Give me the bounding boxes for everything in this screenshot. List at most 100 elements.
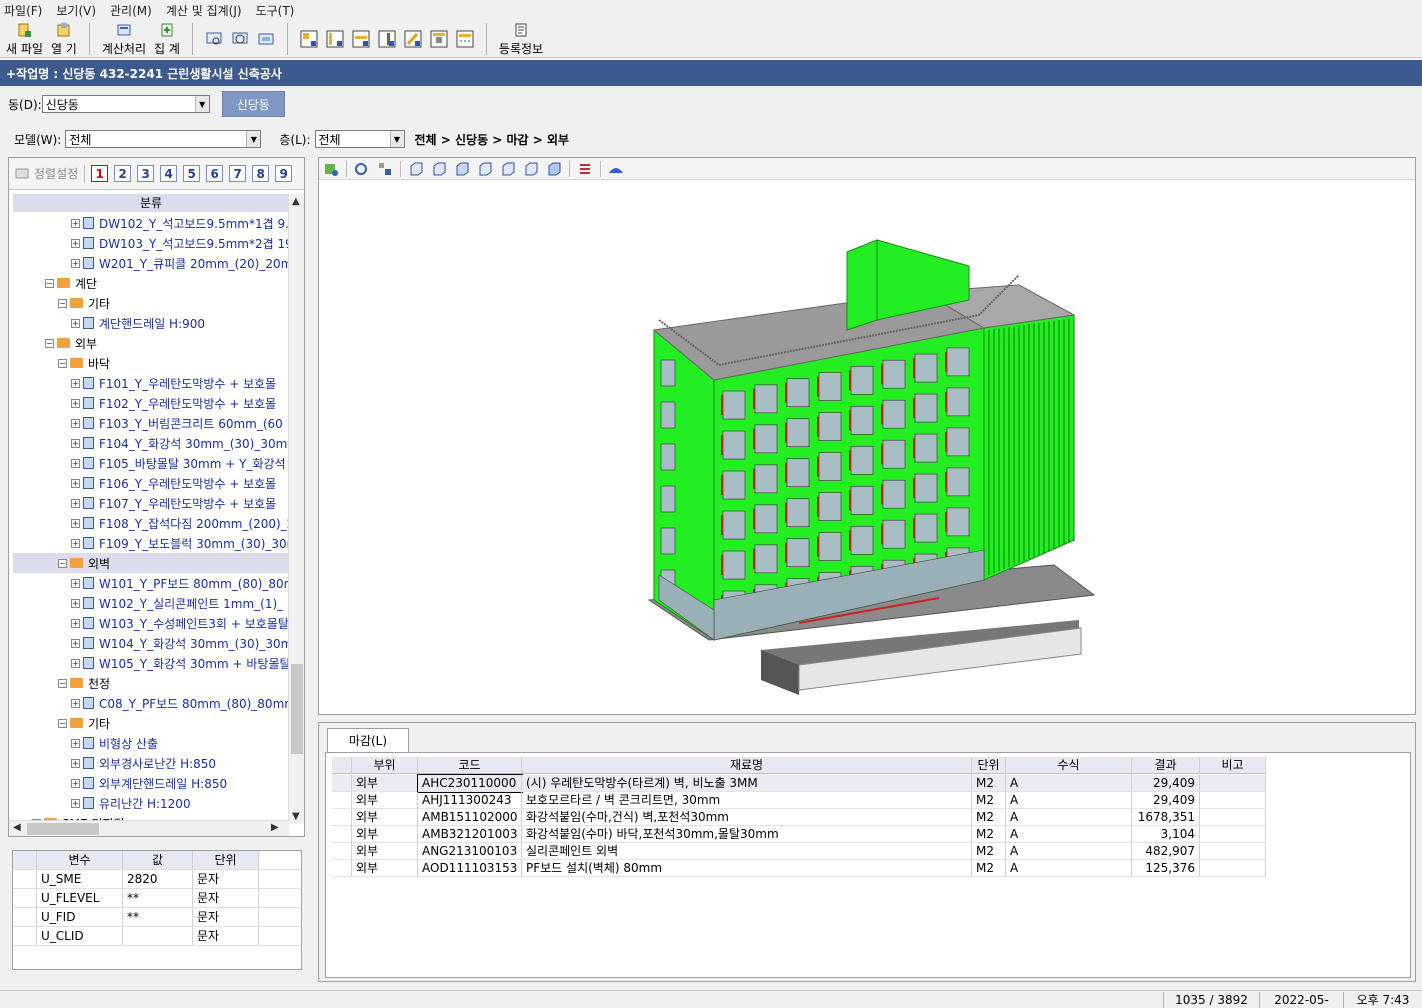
scroll-left-icon[interactable]: ◀: [13, 822, 21, 833]
scroll-thumb[interactable]: [27, 823, 99, 835]
tree-item[interactable]: + 외부계단핸드레일 H:850: [13, 773, 289, 793]
collapse-icon[interactable]: −: [58, 718, 67, 728]
expand-icon[interactable]: +: [71, 498, 80, 508]
collapse-icon[interactable]: −: [45, 278, 54, 288]
level-button-5[interactable]: 5: [183, 165, 201, 182]
expand-icon[interactable]: +: [71, 418, 80, 428]
tree-item[interactable]: + DW103_Y_석고보드9.5mm*2겹 19: [13, 233, 289, 253]
variable-row[interactable]: U_FID ** 문자: [13, 908, 301, 927]
expand-icon[interactable]: +: [71, 478, 80, 488]
scroll-down-icon[interactable]: ▼: [292, 811, 300, 822]
row-selector[interactable]: [13, 889, 37, 907]
floor-select[interactable]: 전체 ▼: [314, 130, 405, 148]
tree-folder[interactable]: − 계단: [13, 273, 289, 293]
menu-file[interactable]: 파일(F): [4, 2, 42, 19]
tree-item[interactable]: + C08_Y_PF보드 80mm_(80)_80mm: [13, 693, 289, 713]
expand-icon[interactable]: +: [71, 598, 80, 608]
list-icon[interactable]: [577, 161, 593, 177]
tree-item[interactable]: + F107_Y_우레탄도막방수 + 보호몰: [13, 493, 289, 513]
expand-icon[interactable]: +: [71, 758, 80, 768]
model-select[interactable]: 전체 ▼: [65, 130, 262, 148]
cube-back-icon[interactable]: [431, 161, 447, 177]
tree-item[interactable]: + W105_Y_화강석 30mm + 바탕몰탈: [13, 653, 289, 673]
dong-button[interactable]: 신당동: [221, 91, 285, 117]
row-selector[interactable]: [332, 792, 352, 809]
tool-button-1[interactable]: [296, 21, 322, 57]
collapse-icon[interactable]: −: [58, 298, 67, 308]
expand-icon[interactable]: +: [71, 738, 80, 748]
tree-item[interactable]: + 유리난간 H:1200: [13, 793, 289, 813]
expand-icon[interactable]: +: [71, 218, 80, 228]
cube-iso-icon[interactable]: [546, 161, 562, 177]
row-selector[interactable]: [13, 927, 37, 945]
tree-item[interactable]: + F108_Y_잡석다짐 200mm_(200)_2: [13, 513, 289, 533]
expand-icon[interactable]: +: [71, 778, 80, 788]
tree-item[interactable]: + F105_바탕몰탈 30mm + Y_화강석: [13, 453, 289, 473]
tree-item[interactable]: + 비형상 산출: [13, 733, 289, 753]
tree-item[interactable]: + W103_Y_수성페인트3회 + 보호몰탈: [13, 613, 289, 633]
tree-item[interactable]: + F106_Y_우레탄도막방수 + 보호몰: [13, 473, 289, 493]
variable-row[interactable]: U_CLID 문자: [13, 927, 301, 946]
variable-row[interactable]: U_SME 2820 문자: [13, 870, 301, 889]
tree-item[interactable]: + F101_Y_우레탄도막방수 + 보호몰: [13, 373, 289, 393]
zoom-in-button[interactable]: [227, 21, 253, 57]
terrain-icon[interactable]: [608, 161, 624, 177]
expand-icon[interactable]: +: [71, 438, 80, 448]
tool-button-2[interactable]: [322, 21, 348, 57]
expand-icon[interactable]: +: [71, 238, 80, 248]
expand-icon[interactable]: +: [71, 798, 80, 808]
cube-top-icon[interactable]: [500, 161, 516, 177]
tree-item[interactable]: + F109_Y_보도블럭 30mm_(30)_30m: [13, 533, 289, 553]
result-row[interactable]: 외부 AOD111103153 PF보드 설치(벽체) 80mm M2 A 125,376: [332, 860, 1266, 877]
result-row[interactable]: 외부 ANG213100103 실리콘페인트 외벽 M2 A 482,907: [332, 843, 1266, 860]
new-file-button[interactable]: 새 파일: [2, 21, 47, 57]
scroll-up-icon[interactable]: ▲: [292, 196, 300, 207]
tree-item[interactable]: + W104_Y_화강석 30mm_(30)_30mm: [13, 633, 289, 653]
level-button-2[interactable]: 2: [114, 165, 132, 182]
result-row[interactable]: 외부 AHJ111300243 보호모르타르 / 벽 콘크리트면, 30mm M2 A 2…: [332, 792, 1266, 809]
dong-select[interactable]: 신당동 ▼: [41, 95, 210, 113]
menu-manage[interactable]: 관리(M): [110, 2, 152, 19]
tree-item[interactable]: + DW102_Y_석고보드9.5mm*1겹 9.: [13, 213, 289, 233]
tree-item[interactable]: + F103_Y_버림콘크리트 60mm_(60: [13, 413, 289, 433]
collapse-icon[interactable]: −: [58, 678, 67, 688]
tool-button-3[interactable]: [348, 21, 374, 57]
chevron-down-icon[interactable]: ▼: [194, 96, 209, 112]
collapse-icon[interactable]: −: [45, 338, 54, 348]
expand-icon[interactable]: +: [71, 638, 80, 648]
menu-view[interactable]: 보기(V): [56, 2, 96, 19]
level-button-1[interactable]: 1: [91, 165, 109, 182]
tab-finish[interactable]: 마감(L): [327, 728, 409, 752]
row-selector[interactable]: [13, 870, 37, 888]
cube-right-icon[interactable]: [477, 161, 493, 177]
tree-folder[interactable]: − 외벽: [13, 553, 289, 573]
expand-icon[interactable]: +: [71, 698, 80, 708]
tree-folder[interactable]: − 기타: [13, 293, 289, 313]
menu-tools[interactable]: 도구(T): [256, 2, 295, 19]
tree-item[interactable]: + 외부경사로난간 H:850: [13, 753, 289, 773]
row-selector[interactable]: [332, 843, 352, 860]
tool-button-7[interactable]: [452, 21, 478, 57]
calc-button[interactable]: 계산처리: [98, 21, 150, 57]
tree-folder[interactable]: − 바닥: [13, 353, 289, 373]
expand-icon[interactable]: +: [71, 658, 80, 668]
chevron-down-icon[interactable]: ▼: [246, 131, 261, 147]
tool-button-4[interactable]: [374, 21, 400, 57]
collapse-icon[interactable]: −: [58, 358, 67, 368]
tree-item[interactable]: + W101_Y_PF보드 80mm_(80)_80mm: [13, 573, 289, 593]
result-row[interactable]: 외부 AMB321201003 화강석붙임(수마) 바닥,포천석30mm,몰탈30m…: [332, 826, 1266, 843]
scroll-right-icon[interactable]: ▶: [271, 822, 279, 833]
open-button[interactable]: 열 기: [47, 21, 81, 57]
level-button-6[interactable]: 6: [206, 165, 224, 182]
variable-row[interactable]: U_FLEVEL ** 문자: [13, 889, 301, 908]
tree-horizontal-scrollbar[interactable]: ◀ ▶: [9, 820, 289, 836]
expand-icon[interactable]: +: [71, 618, 80, 628]
aggregate-button[interactable]: 집 계: [150, 21, 184, 57]
tree-item[interactable]: + F102_Y_우레탄도막방수 + 보호몰: [13, 393, 289, 413]
expand-icon[interactable]: +: [71, 458, 80, 468]
tree-folder[interactable]: − 외부: [13, 333, 289, 353]
expand-icon[interactable]: +: [71, 398, 80, 408]
expand-icon[interactable]: +: [71, 578, 80, 588]
sort-settings-button[interactable]: 정렬설정: [15, 165, 78, 182]
row-selector[interactable]: [332, 860, 352, 877]
